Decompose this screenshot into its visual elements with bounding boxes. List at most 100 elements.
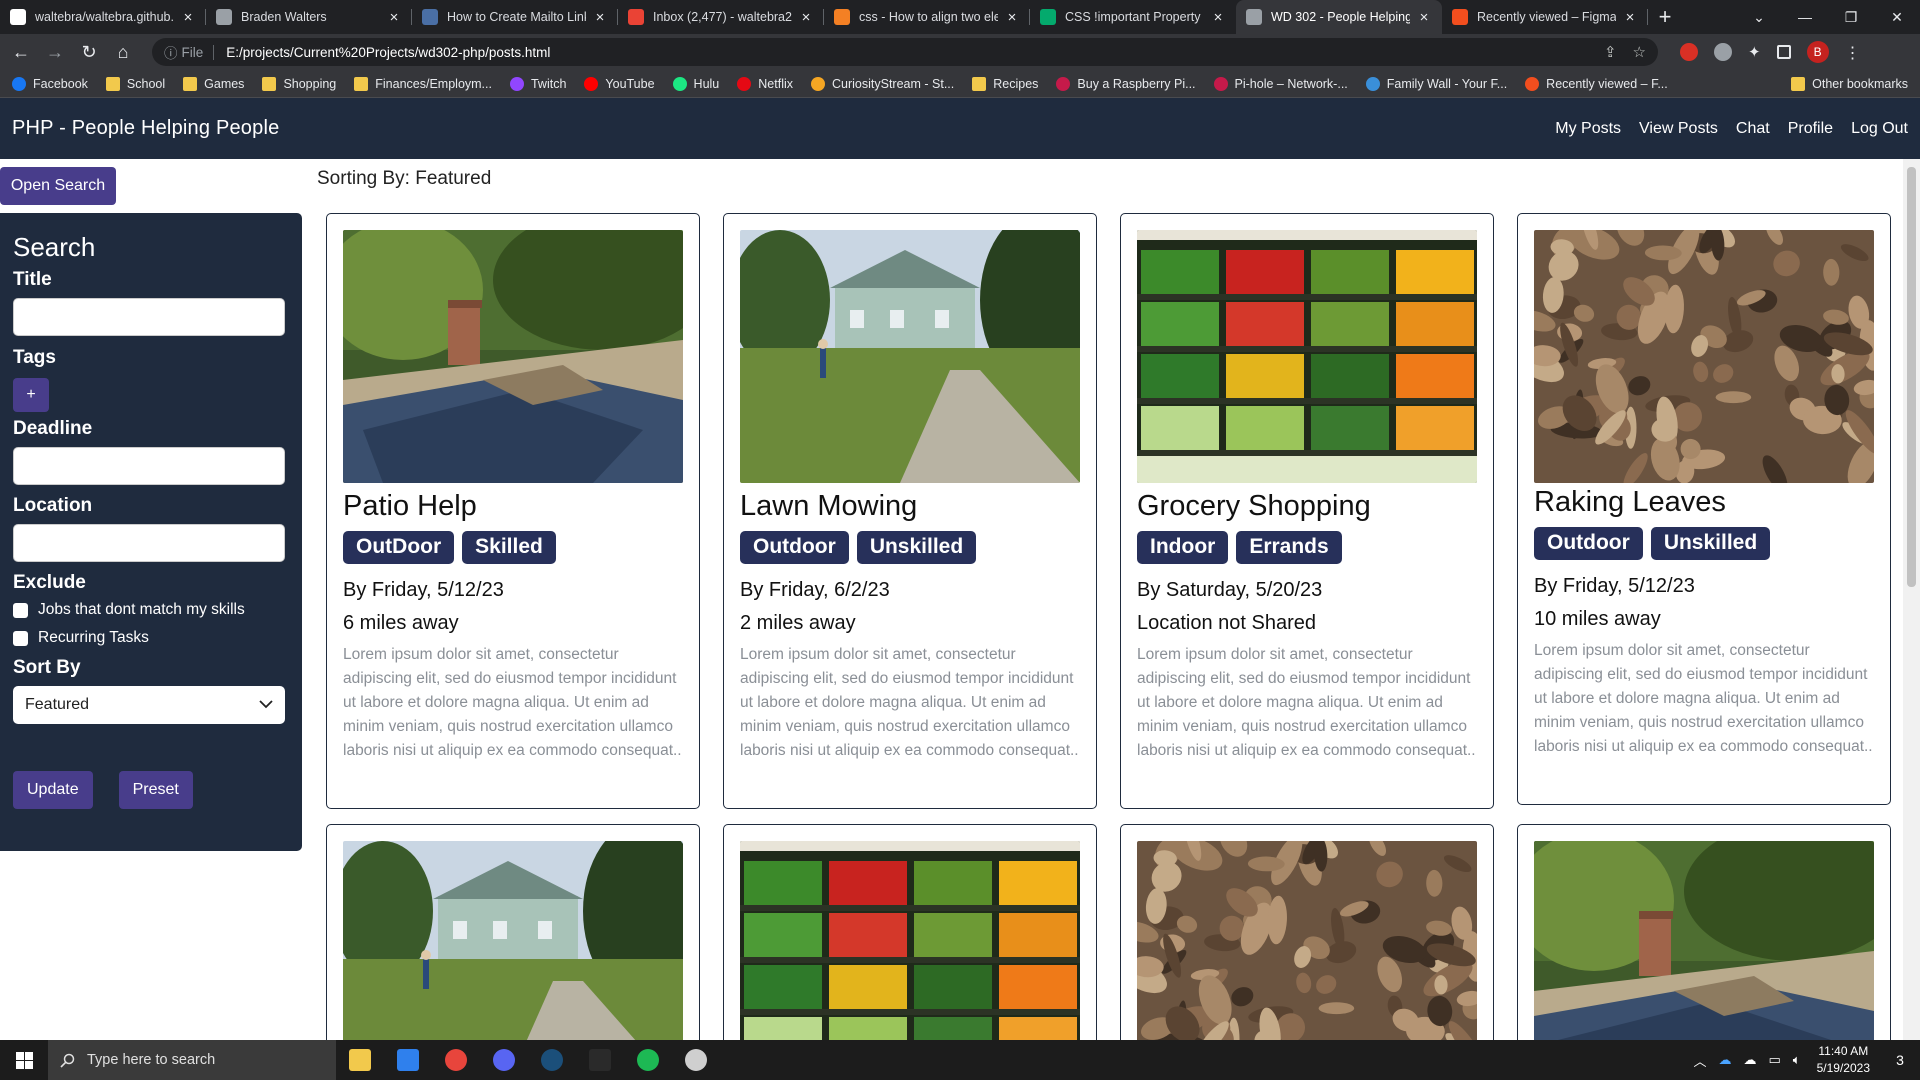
chrome-icon[interactable] [432, 1040, 480, 1080]
browser-tab[interactable]: waltebra/waltebra.github.io × [0, 0, 206, 34]
post-image-lawn[interactable] [740, 230, 1080, 483]
nav-link-my-posts[interactable]: My Posts [1555, 120, 1621, 138]
post-card[interactable] [1517, 824, 1891, 1040]
post-card[interactable] [326, 824, 700, 1040]
tab-search-icon[interactable]: ⌄ [1736, 0, 1782, 34]
back-icon[interactable]: ← [6, 37, 36, 67]
browser-tab[interactable]: How to Create Mailto Links × [412, 0, 618, 34]
post-card[interactable]: Raking Leaves Outdoor Unskilled By Friday, … [1517, 213, 1891, 805]
taskbar-clock[interactable]: 11:40 AM 5/19/2023 [1817, 1043, 1870, 1077]
exclude-recurring-checkbox[interactable] [13, 630, 28, 646]
chevron-up-icon[interactable]: ︿ [1693, 1051, 1706, 1070]
add-tag-button[interactable]: + [13, 378, 49, 412]
post-card[interactable]: Patio Help OutDoor Skilled By Friday, 5/12/… [326, 213, 700, 809]
close-icon[interactable]: × [592, 9, 608, 26]
cloud-sync-icon[interactable]: ☁ [1744, 1052, 1757, 1068]
post-title[interactable]: Raking Leaves [1534, 485, 1873, 519]
notification-icon[interactable]: 3 [1880, 1052, 1920, 1068]
exclude-skills-checkbox[interactable] [13, 602, 28, 618]
exclude-recurring-option[interactable]: Recurring Tasks [13, 629, 289, 647]
nav-link-profile[interactable]: Profile [1788, 120, 1833, 138]
extension-icon[interactable] [1680, 43, 1698, 61]
bookmark-item[interactable]: CuriosityStream - St... [811, 76, 954, 91]
new-tab-button[interactable]: + [1648, 0, 1682, 34]
bookmark-item[interactable]: Family Wall - Your F... [1365, 76, 1507, 91]
post-tag[interactable]: Outdoor [740, 531, 849, 564]
onedrive-icon[interactable]: ☁ [1719, 1052, 1732, 1068]
share-icon[interactable]: ⇪ [1604, 43, 1617, 61]
volume-icon[interactable]: 🔈︎ [1793, 1052, 1801, 1068]
bookmark-item[interactable]: Recipes [972, 76, 1038, 91]
address-url[interactable]: E:/projects/Current%20Projects/wd302-php… [226, 45, 1588, 60]
bookmark-item[interactable]: Shopping [262, 76, 336, 91]
steam-icon[interactable] [528, 1040, 576, 1080]
bookmark-item[interactable]: Buy a Raspberry Pi... [1056, 76, 1196, 91]
info-icon[interactable]: ⓘ [164, 42, 178, 62]
close-window-icon[interactable]: ✕ [1874, 0, 1920, 34]
post-title[interactable]: Patio Help [343, 489, 682, 523]
bookmark-item[interactable]: Hulu [672, 76, 719, 91]
browser-tab[interactable]: css - How to align two elements × [824, 0, 1030, 34]
post-card[interactable] [1120, 824, 1494, 1040]
bookmark-item[interactable]: YouTube [584, 76, 655, 91]
network-icon[interactable]: ▭ [1769, 1052, 1781, 1068]
epic-games-icon[interactable] [576, 1040, 624, 1080]
post-image-grocery[interactable] [1137, 230, 1477, 483]
bookmark-item[interactable]: Recently viewed – F... [1525, 76, 1668, 91]
forward-icon[interactable]: → [40, 37, 70, 67]
nav-link-log-out[interactable]: Log Out [1851, 120, 1908, 138]
close-icon[interactable]: × [1416, 9, 1432, 26]
file-explorer-icon[interactable] [336, 1040, 384, 1080]
post-tag[interactable]: Indoor [1137, 531, 1229, 564]
browser-tab[interactable]: CSS !important Property × [1030, 0, 1236, 34]
discord-icon[interactable] [480, 1040, 528, 1080]
nav-link-chat[interactable]: Chat [1736, 120, 1770, 138]
browser-tab[interactable]: WD 302 - People Helping People × [1236, 0, 1442, 34]
close-icon[interactable]: × [386, 9, 402, 26]
deadline-input[interactable] [13, 447, 285, 485]
restore-icon[interactable]: ❐ [1828, 0, 1874, 34]
windows-start-icon[interactable] [0, 1040, 48, 1080]
close-icon[interactable]: × [180, 9, 196, 26]
profile-avatar[interactable]: B [1806, 41, 1829, 63]
title-input[interactable] [13, 298, 285, 336]
post-image-patio[interactable] [343, 230, 683, 483]
bookmark-item[interactable]: Finances/Employm... [354, 76, 492, 91]
post-title[interactable]: Lawn Mowing [740, 489, 1079, 523]
page-scrollbar[interactable] [1903, 159, 1920, 1040]
minimize-icon[interactable]: — [1782, 0, 1828, 34]
bookmark-item[interactable]: Games [183, 76, 244, 91]
post-card[interactable] [723, 824, 1097, 1040]
other-bookmarks[interactable]: Other bookmarks [1791, 76, 1908, 91]
close-icon[interactable]: × [798, 9, 814, 26]
preset-button[interactable]: Preset [118, 771, 193, 809]
spotify-icon[interactable] [624, 1040, 672, 1080]
nav-link-view-posts[interactable]: View Posts [1639, 120, 1718, 138]
bookmark-item[interactable]: Facebook [12, 76, 88, 91]
post-tag[interactable]: OutDoor [343, 531, 455, 564]
post-card[interactable]: Grocery Shopping Indoor Errands By Saturday… [1120, 213, 1494, 809]
bookmark-item[interactable]: Pi-hole – Network-... [1213, 76, 1348, 91]
sort-select[interactable]: Featured [13, 686, 285, 724]
location-input[interactable] [13, 524, 285, 562]
post-tag[interactable]: Unskilled [1650, 527, 1771, 560]
home-icon[interactable]: ⌂ [108, 37, 138, 67]
scrollbar-thumb[interactable] [1907, 167, 1916, 587]
post-tag[interactable]: Outdoor [1534, 527, 1643, 560]
post-image-leaves[interactable] [1534, 230, 1874, 483]
close-icon[interactable]: × [1622, 9, 1638, 26]
reload-icon[interactable]: ↻ [74, 37, 104, 67]
post-image-lawn[interactable] [343, 841, 683, 1040]
vscode-icon[interactable] [384, 1040, 432, 1080]
bookmark-item[interactable]: Twitch [509, 76, 566, 91]
app-brand[interactable]: PHP - People Helping People [12, 117, 279, 140]
settings-icon[interactable] [672, 1040, 720, 1080]
open-search-button[interactable]: Open Search [0, 167, 116, 205]
puzzle-icon[interactable]: ✦ [1748, 43, 1761, 61]
post-image-grocery[interactable] [740, 841, 1080, 1040]
menu-kebab-icon[interactable]: ⋮ [1845, 43, 1861, 62]
update-button[interactable]: Update [13, 771, 93, 809]
exclude-skills-option[interactable]: Jobs that dont match my skills [13, 601, 289, 619]
close-icon[interactable]: × [1004, 9, 1020, 26]
side-panel-icon[interactable] [1776, 45, 1791, 59]
